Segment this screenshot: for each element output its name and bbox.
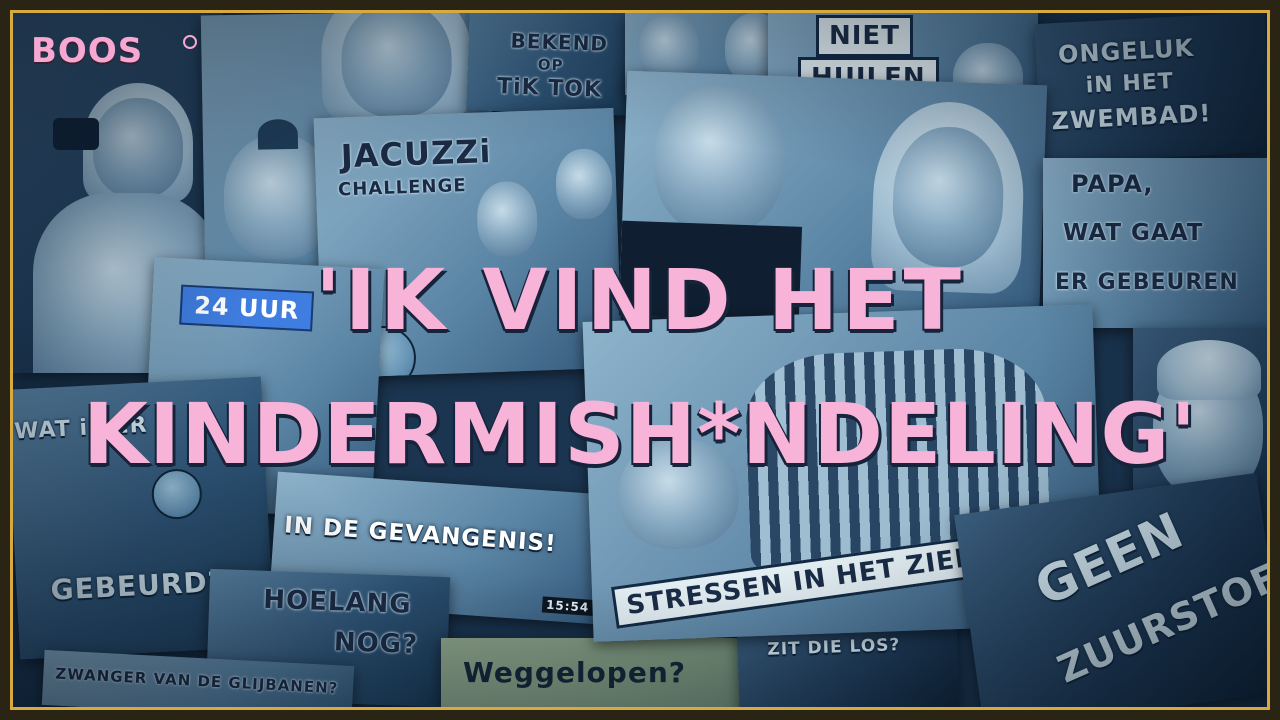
jacuzzi-man-face — [554, 147, 614, 220]
man-mohawk-hair — [257, 118, 299, 150]
bekend-line3: TiK TOK — [496, 74, 603, 103]
tile-bekend-tiktok: BEKEND OP TiK TOK — [466, 13, 640, 116]
bekend-line1: BEKEND — [510, 28, 609, 56]
jacuzzi-woman-face — [475, 180, 539, 258]
registered-mark-icon — [183, 35, 197, 49]
ongeluk-line1: ONGELUK — [1057, 33, 1195, 69]
bekend-line2: OP — [537, 55, 564, 75]
tile-ongeluk-zwembad: ONGELUK iN HET ZWEMBAD! — [1034, 13, 1267, 164]
wat-is-er-line2: GEBEURD? — [49, 564, 226, 607]
video-duration: 15:54 — [541, 596, 594, 616]
niet-huilen-line1: NIET — [816, 15, 913, 57]
headline-line2: KINDERMISH*NDELING' — [82, 385, 1198, 483]
jacuzzi-line1: JACUZZi — [340, 132, 492, 176]
woman-top-face — [340, 13, 453, 119]
hoelang-line2: NOG? — [333, 627, 419, 661]
weggelopen-label: Weggelopen? — [463, 656, 686, 689]
woman-face — [93, 98, 183, 198]
ongeluk-line3: ZWEMBAD! — [1050, 99, 1213, 136]
tile-weggelopen: Weggelopen? — [441, 638, 741, 707]
papa-line2: WAT GAAT — [1063, 220, 1204, 246]
hoelang-line1: HOELANG — [262, 584, 413, 620]
tile-geen-zuurstof: GEEN ZUURSTOF! — [954, 472, 1267, 707]
thumbnail-frame: BEKEND OP TiK TOK NIET HUILEN ONGELUK iN… — [10, 10, 1270, 710]
gevangenis-label: IN DE GEVANGENIS! — [283, 512, 558, 558]
headline-line1: 'IK VIND HET — [315, 251, 965, 349]
zwanger-label: ZWANGER VAN DE GLIJBANEN? — [54, 664, 339, 698]
woman-face-main — [890, 125, 1006, 269]
man-face-main — [651, 81, 787, 237]
papa-line1: PAPA, — [1071, 170, 1154, 198]
boos-logo: BOOS — [31, 31, 144, 71]
zit-die-los-label: ZIT DIE LOS? — [767, 635, 901, 660]
camera-icon — [53, 118, 99, 150]
jacuzzi-line2: CHALLENGE — [337, 175, 467, 201]
ongeluk-line2: iN HET — [1085, 68, 1175, 99]
